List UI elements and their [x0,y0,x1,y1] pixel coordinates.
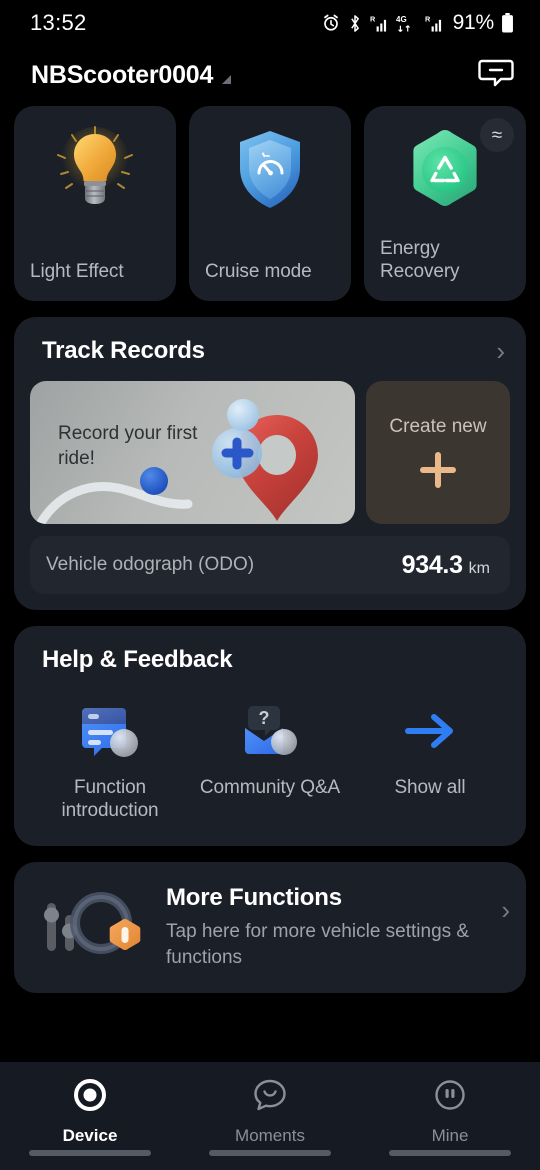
svg-text:R: R [370,14,376,23]
sliders-gauge-icon [30,889,160,967]
message-bubble-icon[interactable] [478,58,514,93]
track-records-card: Track Records › Record your first ride! … [14,317,526,610]
nav-item-mine[interactable]: Mine [360,1078,540,1146]
create-new-label: Create new [389,415,487,437]
record-first-ride-label: Record your first ride! [58,423,198,469]
shield-speedometer-icon [205,120,335,216]
battery-icon [501,13,514,33]
title-bar: NBScooter0004 [0,46,540,104]
network-4g-icon: 4G [396,14,418,33]
section-title: Help & Feedback [42,646,233,673]
odometer-row[interactable]: Vehicle odograph (ODO) 934.3 km [30,536,510,594]
help-item-function-introduction[interactable]: Function introduction [30,700,190,822]
nav-label: Moments [235,1126,305,1145]
chevron-right-icon: › [501,895,510,925]
bottom-navigation: Device Moments Mine [0,1062,540,1170]
app-screen: 13:52 R 4G R 91% NBScooter0004 Light Eff… [0,0,540,1170]
odometer-value-group: 934.3 km [402,551,490,580]
nav-label: Mine [431,1126,469,1145]
section-title: Track Records [42,337,205,364]
quick-card-label: Cruise mode [205,261,312,282]
alarm-icon [322,14,340,32]
mailbox-question-icon: ? [237,700,303,762]
nav-label: Device [62,1126,118,1145]
status-time: 13:52 [30,10,87,35]
signal-roaming-2-icon: R [425,14,444,33]
home-indicator-bars [0,1150,540,1156]
help-items-row: Function introduction ? Community Q&A Sh… [30,700,510,822]
device-ring-icon [73,1078,107,1117]
odometer-value: 934.3 [401,550,463,579]
track-records-row: Record your first ride! Create new [30,381,510,524]
chevron-right-icon[interactable]: › [496,338,505,364]
odometer-label: Vehicle odograph (ODO) [46,554,255,575]
arrow-right-icon [402,700,458,762]
help-item-label: Show all [394,777,466,798]
plus-icon [418,450,458,490]
help-feedback-card: Help & Feedback Function introduction ? … [14,626,526,846]
help-item-community-qa[interactable]: ? Community Q&A [190,700,350,822]
svg-text:R: R [425,14,431,23]
caret-down-icon [222,74,232,84]
create-new-track-card[interactable]: Create new [366,381,510,524]
device-selector[interactable]: NBScooter0004 [31,60,232,90]
status-icon-group: R 4G R 91% [322,11,514,35]
odometer-unit: km [468,559,490,577]
record-first-ride-card[interactable]: Record your first ride! [30,381,355,524]
wave-badge-icon[interactable]: ≈ [480,118,514,152]
more-functions-title: More Functions [166,884,342,911]
quick-card-energy-recovery[interactable]: ≈ Energy Recovery [364,106,526,301]
quick-card-label: Light Effect [30,261,124,282]
help-feedback-header: Help & Feedback [30,646,510,674]
quick-card-label: Energy Recovery [380,238,460,282]
more-functions-texts: More Functions Tap here for more vehicle… [166,884,495,971]
home-bar [29,1150,151,1156]
help-item-label: Community Q&A [199,777,341,798]
track-records-header[interactable]: Track Records › [30,337,510,365]
smiley-bubble-icon [253,1078,287,1117]
main-content: Light Effect Cruise mode ≈ Energy Recove… [0,104,540,1062]
help-item-show-all[interactable]: Show all [350,700,510,822]
svg-text:4G: 4G [396,15,407,24]
quick-card-light-effect[interactable]: Light Effect [14,106,176,301]
profile-circle-icon [433,1078,467,1117]
status-bar: 13:52 R 4G R 91% [0,0,540,46]
home-bar [209,1150,331,1156]
nav-item-device[interactable]: Device [0,1078,180,1146]
more-functions-chevron[interactable]: › [501,897,510,958]
help-item-label: Function introduction [61,777,159,821]
bluetooth-icon [347,14,363,33]
document-chat-icon [76,700,144,762]
device-name-label: NBScooter0004 [31,60,214,89]
nav-item-moments[interactable]: Moments [180,1078,360,1146]
more-functions-subtitle: Tap here for more vehicle settings & fun… [166,921,470,968]
lightbulb-icon [30,120,160,216]
quick-card-cruise-mode[interactable]: Cruise mode [189,106,351,301]
quick-actions-row: Light Effect Cruise mode ≈ Energy Recove… [14,106,526,301]
svg-text:?: ? [259,708,270,728]
home-bar [389,1150,511,1156]
signal-roaming-icon: R [370,14,389,33]
battery-percent-label: 91% [452,11,495,34]
more-functions-card[interactable]: More Functions Tap here for more vehicle… [14,862,526,993]
